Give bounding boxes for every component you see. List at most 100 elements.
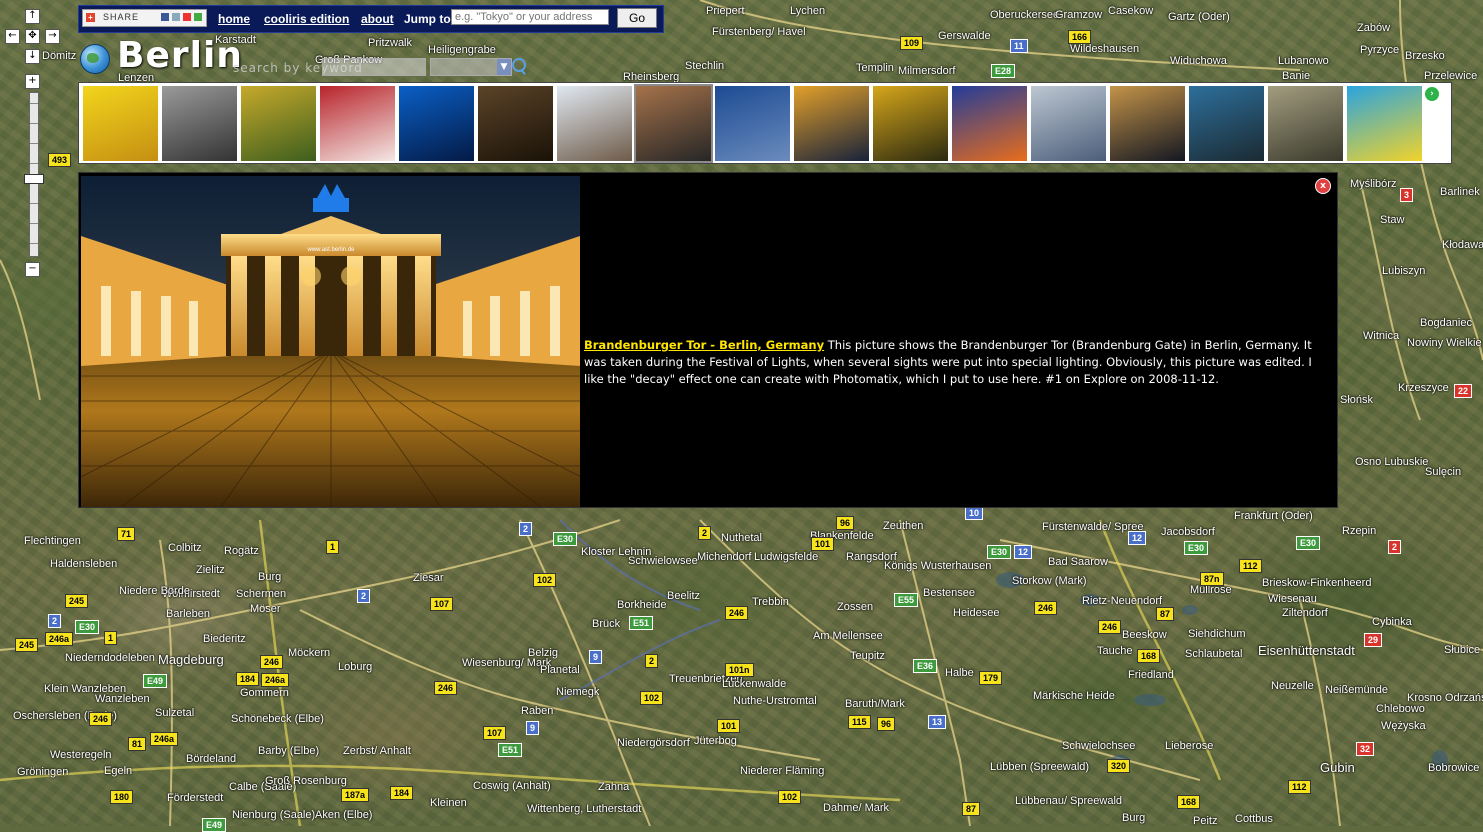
place-label: Gerswalde <box>938 30 991 42</box>
place-label: Dahme/ Mark <box>823 802 890 814</box>
place-label: Lübben (Spreewald) <box>990 761 1090 773</box>
place-label: Lychen <box>790 5 826 17</box>
place-label: Wildeshausen <box>1070 43 1140 55</box>
place-label: Märkische Heide <box>1033 690 1115 702</box>
place-label: Dömitz <box>42 50 77 62</box>
zoom-slider-handle[interactable] <box>24 174 44 184</box>
thumb-typewriter-keys[interactable] <box>478 86 553 161</box>
place-label: Lieberose <box>1165 740 1214 752</box>
thumb-night-building[interactable] <box>1110 86 1185 161</box>
plus-icon: + <box>86 13 95 22</box>
highway-shield: E51 <box>498 743 523 757</box>
thumb-cat-portrait[interactable] <box>634 84 713 163</box>
thumb-city-skyline[interactable] <box>715 86 790 161</box>
pan-right-button[interactable]: → <box>45 29 60 44</box>
place-label: Tauche <box>1097 645 1133 657</box>
place-label: Magdeburg <box>158 652 224 667</box>
place-label: Sulęcin <box>1425 466 1462 478</box>
place-label: Rzepin <box>1342 525 1377 537</box>
road-number: 96 <box>877 717 896 731</box>
place-label: Zossen <box>837 601 874 613</box>
place-label: Rietz-Neuendorf <box>1082 595 1163 607</box>
photo-image[interactable]: www.ast.berlin.de <box>81 176 580 507</box>
road-number: 180 <box>110 790 134 804</box>
highway-shield: E30 <box>553 532 578 546</box>
road-number: 245 <box>15 638 39 652</box>
place-label: Egeln <box>104 765 133 777</box>
share-button[interactable]: + SHARE <box>82 9 207 27</box>
place-label: Colbitz <box>168 542 202 554</box>
next-arrow-icon[interactable]: › <box>1425 87 1439 101</box>
thumb-skater[interactable] <box>1189 86 1264 161</box>
road-number: 87 <box>1156 607 1175 621</box>
thumb-concert-hall[interactable] <box>557 86 632 161</box>
highway-shield: E51 <box>629 616 654 630</box>
place-label: Staw <box>1380 214 1405 226</box>
thumb-green-beetle-car[interactable] <box>241 86 316 161</box>
place-label: Frankfurt (Oder) <box>1234 510 1313 522</box>
place-label: Fürstenberg/ Havel <box>712 26 806 38</box>
cooliris-edition-link[interactable]: cooliris edition <box>264 12 349 26</box>
road-number: 166 <box>1068 30 1092 44</box>
keyword-search-input[interactable] <box>322 58 426 76</box>
place-label: Haldensleben <box>50 558 118 570</box>
zoom-tick <box>30 103 38 104</box>
pan-up-button[interactable]: ↑ <box>25 9 40 24</box>
pan-left-button[interactable]: ← <box>5 29 20 44</box>
thumb-u-bahn-sign[interactable] <box>1347 86 1422 161</box>
jump-to-input[interactable] <box>451 9 609 25</box>
place-label: Myślibórz <box>1350 178 1397 190</box>
place-label: Schwielochsee <box>1062 740 1136 752</box>
place-label: Chlebowo <box>1376 703 1425 715</box>
thumb-yellow-cartoon[interactable] <box>83 86 158 161</box>
road-number: 109 <box>900 36 924 50</box>
place-label: Schlaubetal <box>1185 648 1243 660</box>
place-label: Witnica <box>1363 330 1400 342</box>
thumb-brandenburg-gate[interactable] <box>794 86 869 161</box>
place-label: Halbe <box>945 667 974 679</box>
thumb-cathedral-lights[interactable] <box>952 86 1027 161</box>
thumb-gate-columns[interactable] <box>1031 86 1106 161</box>
go-button[interactable]: Go <box>617 8 657 28</box>
close-icon[interactable]: x <box>1315 178 1331 194</box>
road-number: 11 <box>1010 39 1028 53</box>
home-link[interactable]: home <box>218 12 250 26</box>
place-label: Zahna <box>598 781 630 793</box>
place-label: Pyrzyce <box>1360 44 1400 56</box>
place-label: Pritzwalk <box>368 37 413 49</box>
search-icon[interactable] <box>512 58 526 72</box>
jump-to-label: Jump to <box>404 12 451 26</box>
place-label: Königs Wusterhausen <box>884 560 992 572</box>
zoom-in-button[interactable]: + <box>25 74 40 89</box>
thumb-holocaust-memorial[interactable] <box>162 86 237 161</box>
pan-down-button[interactable]: ↓ <box>25 49 40 64</box>
road-number: 112 <box>1288 780 1311 794</box>
road-number: 1 <box>326 540 340 554</box>
social-icon <box>194 13 202 21</box>
place-label: Kleinen <box>430 797 467 809</box>
place-label: Trebbin <box>752 596 789 608</box>
road-number: 102 <box>640 691 664 705</box>
road-number: 87n <box>1200 572 1224 586</box>
thumb-wall-figure[interactable] <box>1268 86 1343 161</box>
place-label: Westeregeln <box>50 749 112 761</box>
about-link[interactable]: about <box>361 12 394 26</box>
thumb-autumn-trees[interactable] <box>873 86 948 161</box>
zoom-out-button[interactable]: − <box>25 262 40 277</box>
road-number: 246 <box>260 655 284 669</box>
road-number: 112 <box>1239 559 1262 573</box>
place-label: Gommern <box>240 687 289 699</box>
place-label: Friedland <box>1128 669 1174 681</box>
place-label: Biederitz <box>203 633 246 645</box>
place-label: Bogdaniec <box>1420 317 1472 329</box>
photo-title-link[interactable]: Brandenburger Tor - Berlin, Germany <box>584 338 824 352</box>
road-number: 107 <box>430 597 454 611</box>
search-scope-select[interactable]: ▼ <box>430 58 512 76</box>
pan-center-button[interactable]: ✥ <box>25 29 40 44</box>
thumb-red-white-fabric[interactable] <box>320 86 395 161</box>
social-icon <box>183 13 191 21</box>
road-number: 9 <box>526 721 540 735</box>
thumb-blue-tower-night[interactable] <box>399 86 474 161</box>
globe-icon <box>80 44 110 74</box>
road-number: 493 <box>48 153 72 167</box>
